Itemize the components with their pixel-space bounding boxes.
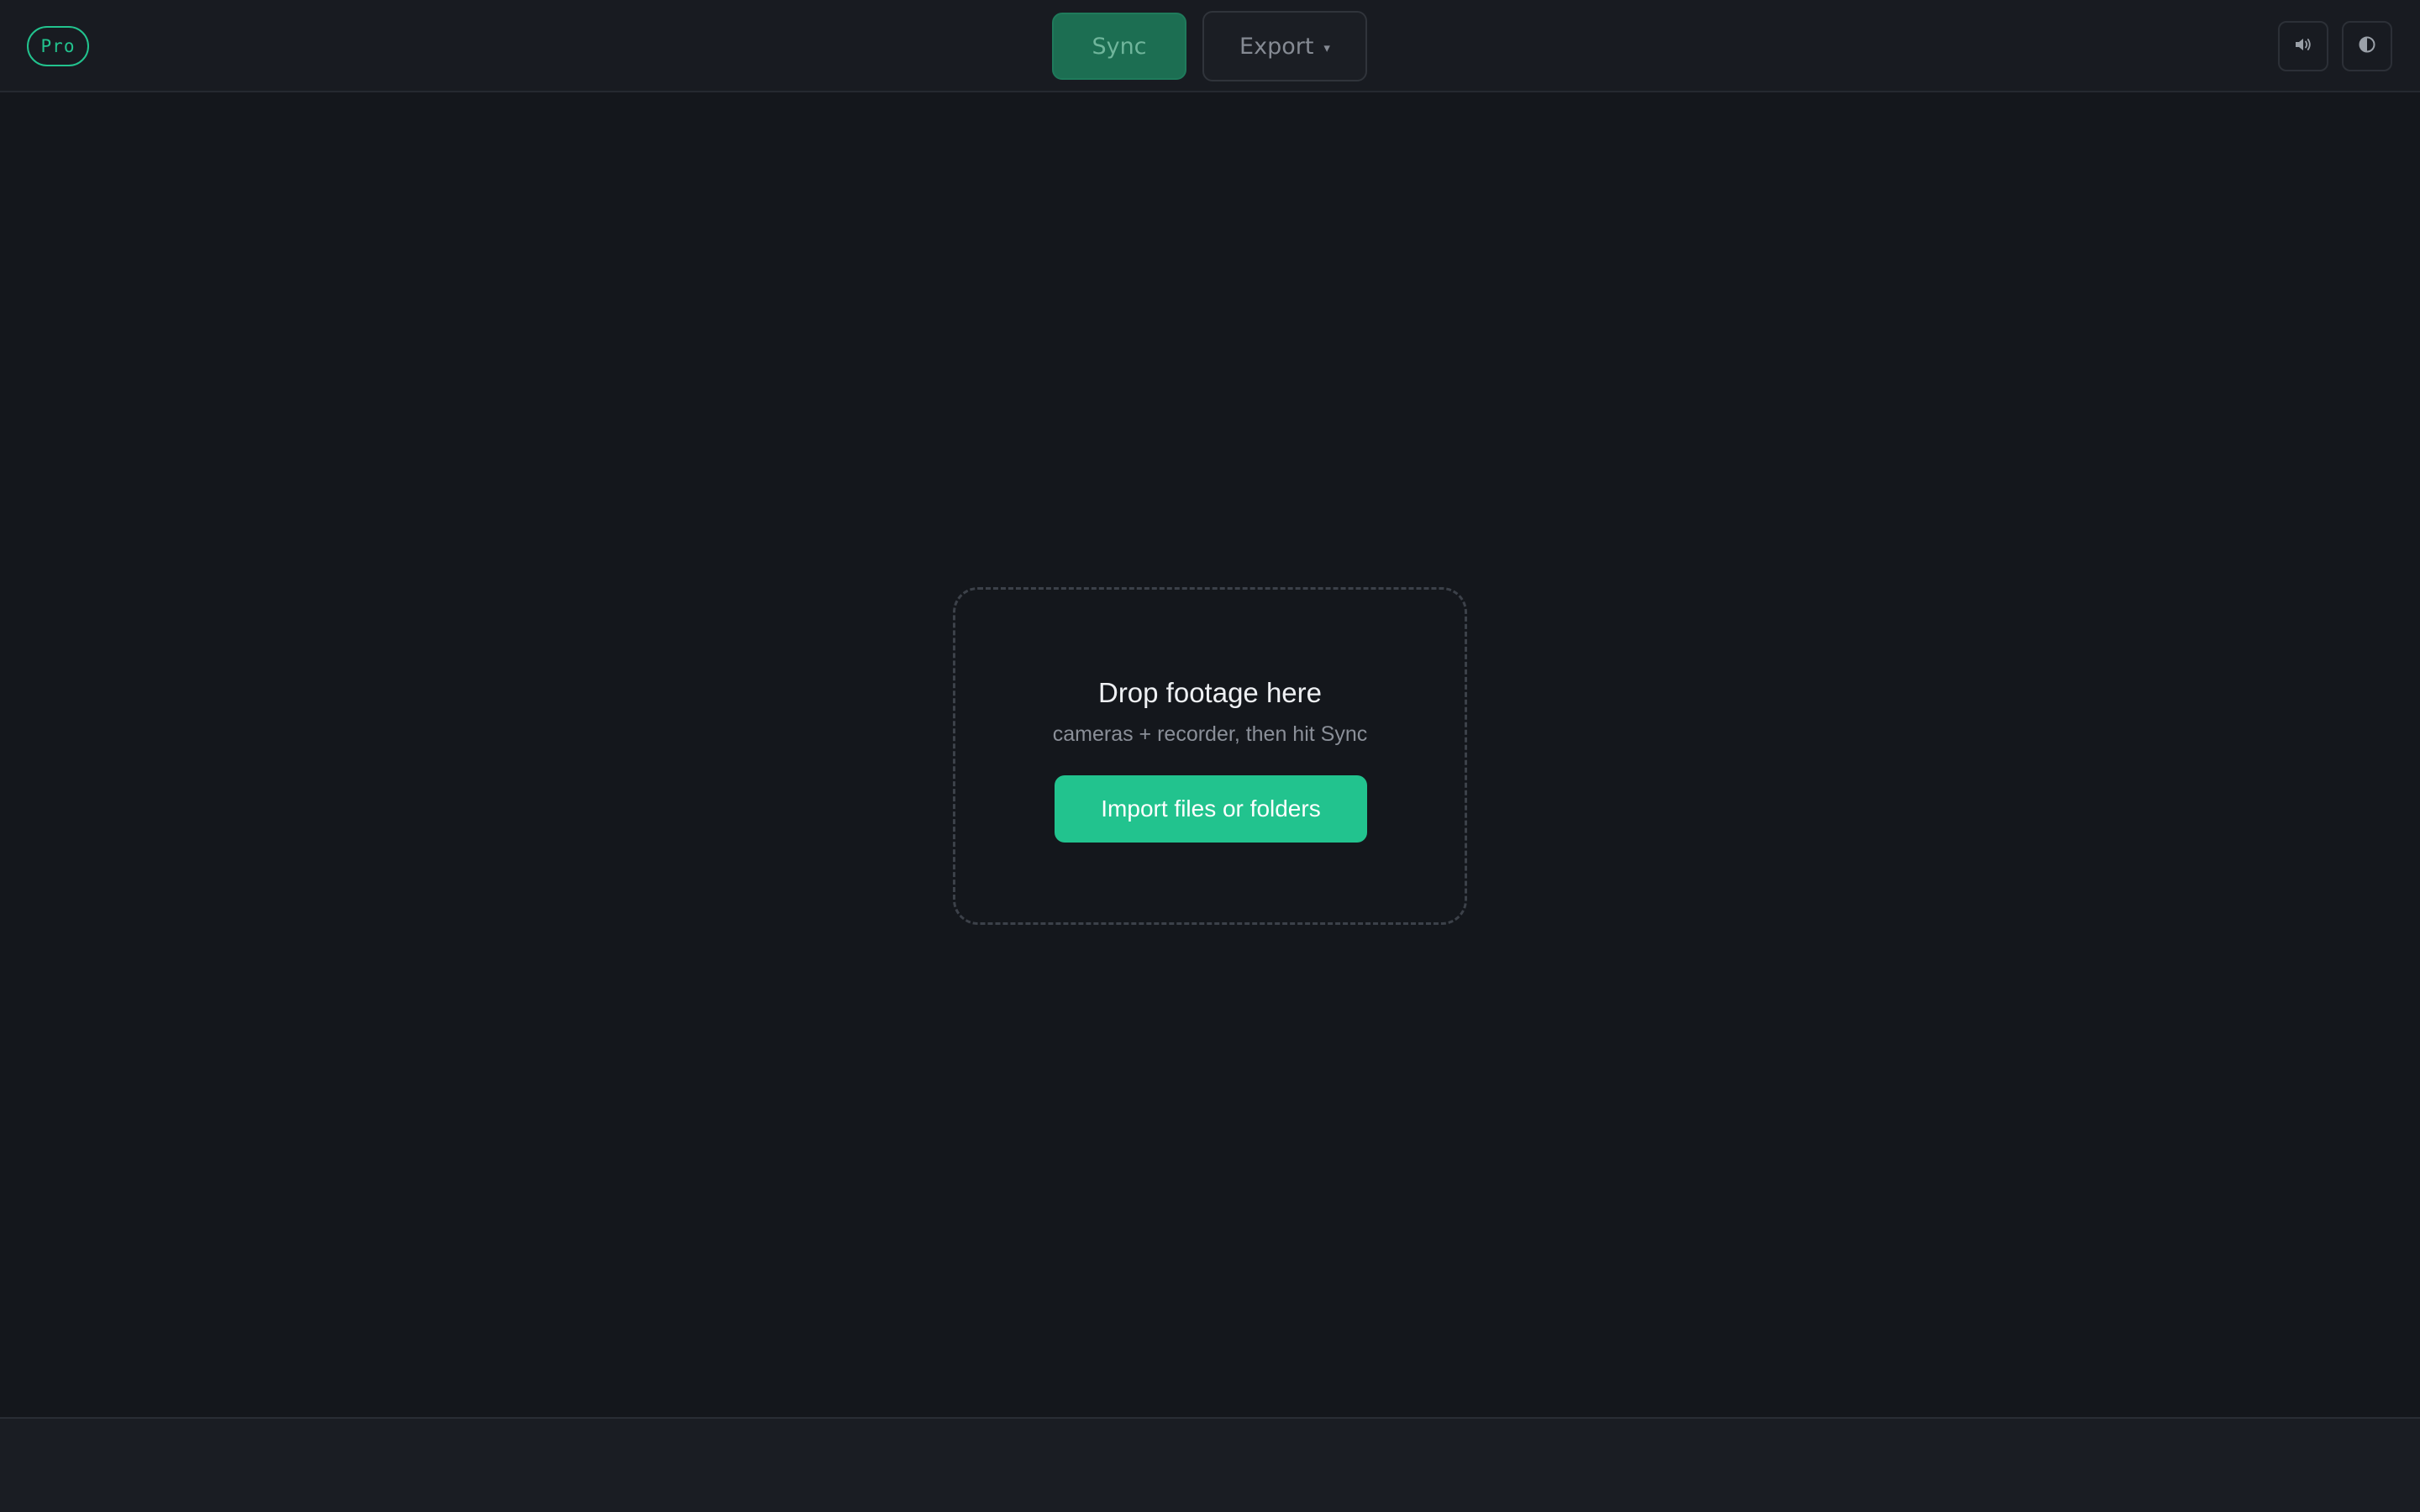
speaker-icon	[2294, 36, 2312, 56]
drop-zone-title: Drop footage here	[1097, 677, 1322, 708]
drop-zone-subtitle: cameras + recorder, then hit Sync	[1052, 722, 1368, 746]
top-toolbar: Pro Sync Export ▾	[0, 0, 2420, 92]
bottom-timeline-panel	[0, 1417, 2420, 1512]
export-label: Export	[1239, 33, 1314, 60]
app-window: Pro Sync Export ▾ Drop footage here came…	[0, 0, 2420, 1512]
theme-toggle-button[interactable]	[2342, 21, 2392, 71]
export-dropdown-button[interactable]: Export ▾	[1202, 11, 1367, 81]
half-circle-contrast-icon	[2358, 35, 2376, 57]
sync-button[interactable]: Sync	[1052, 13, 1186, 80]
pro-badge[interactable]: Pro	[27, 26, 89, 66]
chevron-down-icon: ▾	[1323, 40, 1330, 55]
import-files-button[interactable]: Import files or folders	[1055, 775, 1367, 843]
footage-drop-zone[interactable]: Drop footage here cameras + recorder, th…	[953, 587, 1467, 925]
sound-toggle-button[interactable]	[2278, 21, 2328, 71]
